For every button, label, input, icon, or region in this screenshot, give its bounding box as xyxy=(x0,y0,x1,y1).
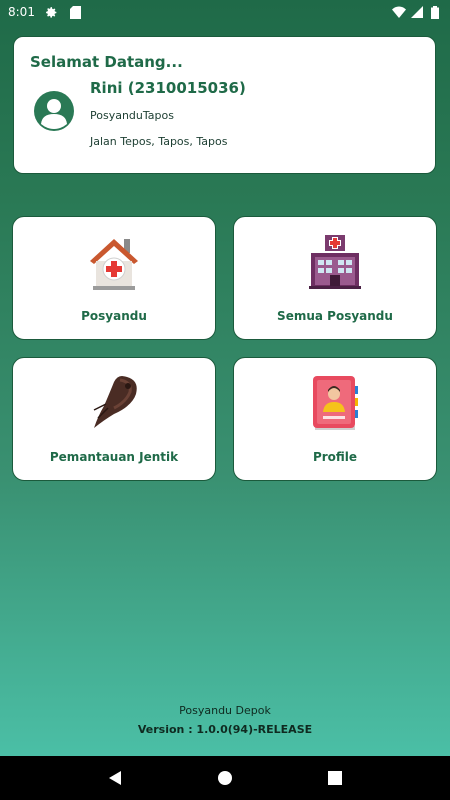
user-name: Rini (2310015036) xyxy=(90,79,246,97)
footer-app-name: Posyandu Depok xyxy=(179,704,271,717)
home-icon[interactable] xyxy=(213,766,237,790)
wifi-icon xyxy=(392,5,406,19)
hospital-building-icon xyxy=(305,231,365,291)
house-medical-icon xyxy=(84,231,144,291)
recents-icon[interactable] xyxy=(323,766,347,790)
gear-icon xyxy=(45,5,59,19)
mosquito-larva-icon xyxy=(84,372,144,432)
menu-profile-label: Profile xyxy=(312,450,358,464)
welcome-title: Selamat Datang... xyxy=(30,53,183,71)
menu-semua-posyandu-button[interactable]: Semua Posyandu xyxy=(233,216,437,340)
back-icon[interactable] xyxy=(103,766,127,790)
welcome-card: Selamat Datang... Rini (2310015036) Posy… xyxy=(13,36,436,174)
menu-pemantauan-jentik-label: Pemantauan Jentik xyxy=(49,450,179,464)
sim-card-icon xyxy=(69,5,83,19)
menu-posyandu-button[interactable]: Posyandu xyxy=(12,216,216,340)
menu-semua-posyandu-label: Semua Posyandu xyxy=(277,309,393,323)
status-time: 8:01 xyxy=(8,5,35,19)
user-posyandu: PosyanduTapos xyxy=(90,109,174,122)
app-screen: 8:01 Selamat Datang... Rini (2310015036)… xyxy=(0,0,450,756)
battery-icon xyxy=(428,5,442,19)
menu-profile-button[interactable]: Profile xyxy=(233,357,437,481)
status-bar: 8:01 xyxy=(0,0,450,24)
footer-version: Version : 1.0.0(94)-RELEASE xyxy=(137,723,313,736)
user-row: Rini (2310015036) PosyanduTapos Jalan Te… xyxy=(30,79,419,148)
menu-pemantauan-jentik-button[interactable]: Pemantauan Jentik xyxy=(12,357,216,481)
user-address: Jalan Tepos, Tapos, Tapos xyxy=(90,135,228,148)
signal-icon xyxy=(410,5,424,19)
navigation-bar xyxy=(0,756,450,800)
user-avatar-icon xyxy=(34,91,74,131)
footer: Posyandu Depok Version : 1.0.0(94)-RELEA… xyxy=(0,704,450,736)
user-info: Rini (2310015036) PosyanduTapos Jalan Te… xyxy=(90,79,246,148)
profile-book-icon xyxy=(305,372,365,432)
menu-posyandu-label: Posyandu xyxy=(81,309,147,323)
